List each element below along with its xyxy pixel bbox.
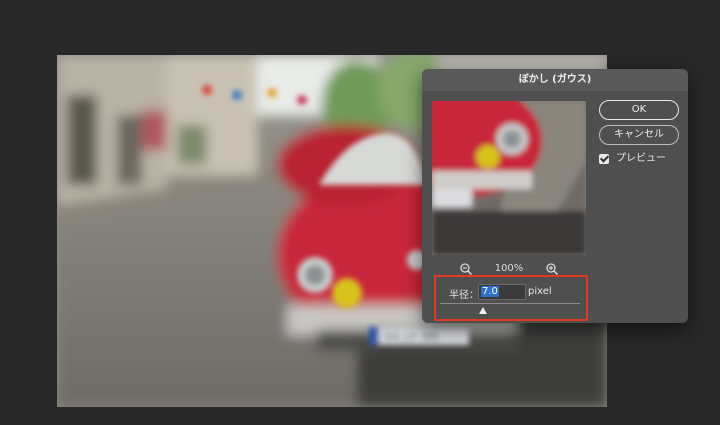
radius-highlight-box: 半径： 7.0 pixel — [434, 275, 588, 321]
ok-button[interactable]: OK — [599, 100, 679, 120]
zoom-level: 100% — [494, 263, 524, 274]
zoom-in-icon[interactable] — [545, 262, 559, 276]
radius-label: 半径： — [449, 290, 479, 301]
preview-image — [432, 101, 586, 255]
radius-unit: pixel — [528, 286, 552, 297]
radius-value: 7.0 — [481, 286, 499, 297]
preview-label: プレビュー — [616, 153, 666, 164]
license-plate-text: 34 LY 98 — [383, 330, 438, 345]
radius-slider-track[interactable] — [440, 303, 580, 304]
gaussian-blur-dialog: ぼかし (ガウス) 100% 半径： 7.0 pixel OK キャンセル プレ… — [422, 69, 688, 323]
cancel-button[interactable]: キャンセル — [599, 125, 679, 145]
preview-checkbox[interactable] — [599, 154, 609, 164]
preview-toggle[interactable]: プレビュー — [599, 153, 666, 165]
radius-input[interactable]: 7.0 — [478, 284, 526, 300]
dialog-title[interactable]: ぼかし (ガウス) — [422, 69, 688, 91]
preview-thumbnail[interactable] — [432, 101, 586, 255]
radius-slider-thumb[interactable] — [479, 307, 488, 314]
